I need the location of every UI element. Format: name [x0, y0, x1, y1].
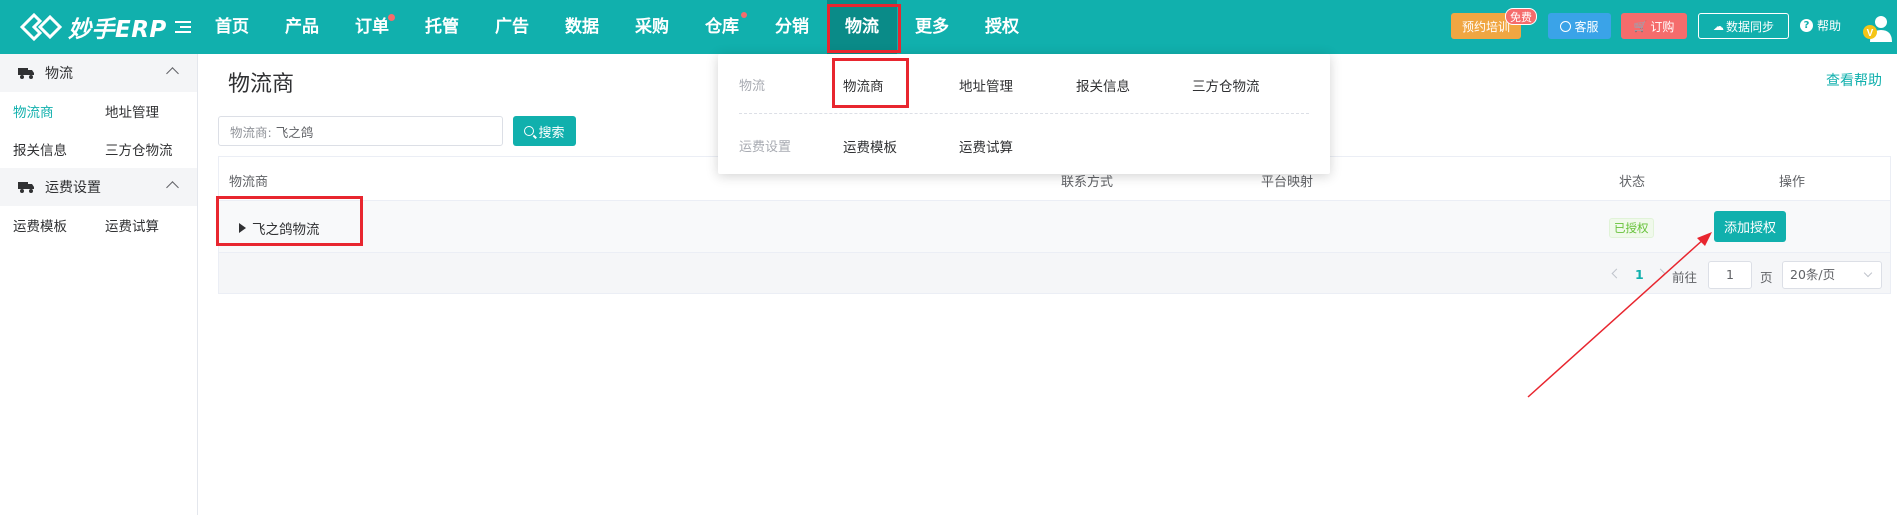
- order-label: 订购: [1650, 19, 1675, 34]
- sidebar-row: 运费模板 运费试算: [0, 206, 197, 244]
- sidebar-item-address[interactable]: 地址管理: [92, 101, 184, 121]
- status-badge: 已授权: [1609, 218, 1654, 238]
- nav-hosting[interactable]: 托管: [407, 0, 477, 54]
- nav-warehouse-label: 仓库: [705, 17, 739, 37]
- sidebar-item-logistics-provider[interactable]: 物流商: [0, 101, 92, 121]
- chevron-right-icon[interactable]: [1655, 268, 1666, 279]
- menu-item-address[interactable]: 地址管理: [959, 75, 1013, 95]
- sidebar-item-freight-template[interactable]: 运费模板: [0, 215, 92, 235]
- menu-item-3pl-warehouse[interactable]: 三方仓物流: [1192, 75, 1260, 95]
- chevron-left-icon[interactable]: [1611, 268, 1622, 279]
- col-status: 状态: [1619, 175, 1646, 190]
- chevron-up-icon[interactable]: [166, 67, 179, 80]
- truck-icon: [18, 182, 34, 193]
- page-size-select[interactable]: 20条/页: [1782, 261, 1882, 289]
- page-size-value: 20条/页: [1790, 267, 1836, 282]
- service-label: 客服: [1574, 19, 1599, 34]
- nav-warehouse[interactable]: 仓库: [687, 0, 757, 54]
- notification-dot: [388, 14, 395, 21]
- nav-logistics[interactable]: 物流: [827, 0, 897, 54]
- col-actions: 操作: [1779, 175, 1806, 190]
- user-avatar-icon[interactable]: V: [1862, 14, 1892, 42]
- caret-right-icon: [239, 223, 246, 233]
- help-link[interactable]: ? 帮助: [1800, 17, 1841, 34]
- menu-item-freight-calc[interactable]: 运费试算: [959, 136, 1013, 156]
- search-icon: [524, 126, 535, 136]
- sidebar-row: 物流商 地址管理: [0, 92, 197, 130]
- col-provider: 物流商: [229, 175, 269, 190]
- sidebar-item-3pl-warehouse[interactable]: 三方仓物流: [92, 139, 184, 159]
- nav-data[interactable]: 数据: [547, 0, 617, 54]
- sync-button[interactable]: ☁ 数据同步: [1698, 13, 1789, 39]
- cart-icon: 🛒: [1633, 19, 1648, 33]
- headset-icon: [1560, 20, 1572, 32]
- cloud-icon: ☁: [1712, 19, 1724, 33]
- sidebar-group-shipping[interactable]: 运费设置: [0, 168, 197, 206]
- dropdown-divider: [739, 113, 1309, 114]
- logo-text: 妙手ERP: [68, 17, 167, 43]
- goto-label: 前往: [1672, 270, 1698, 285]
- chevron-up-icon[interactable]: [166, 181, 179, 194]
- help-label: 帮助: [1817, 19, 1842, 33]
- provider-name: 飞之鸽物流: [252, 222, 320, 238]
- sidebar-group-logistics[interactable]: 物流: [0, 54, 197, 92]
- provider-table: 物流商 联系方式 平台映射 状态 操作 飞之鸽物流 已授权 添加授权 1 前往 …: [218, 156, 1891, 294]
- search-label: 物流商:: [230, 124, 272, 140]
- provider-search-input[interactable]: 物流商: 飞之鸽: [218, 116, 503, 146]
- top-navbar: 妙手ERP 首页 产品 订单 托管 广告 数据 采购 仓库 分销 物流 更多 授…: [0, 0, 1897, 54]
- sidebar-item-customs[interactable]: 报关信息: [0, 139, 92, 159]
- nav-orders[interactable]: 订单: [337, 0, 407, 54]
- order-button[interactable]: 🛒 订购: [1621, 13, 1687, 39]
- question-icon: ?: [1800, 19, 1813, 32]
- dropdown-section-label: 物流: [739, 79, 766, 94]
- page-title: 物流商: [228, 72, 295, 97]
- chevron-down-icon: [1863, 268, 1873, 278]
- menu-item-logistics-provider[interactable]: 物流商: [843, 75, 884, 95]
- sidebar-row: 报关信息 三方仓物流: [0, 130, 197, 168]
- search-button-label: 搜索: [538, 125, 565, 141]
- service-button[interactable]: 客服: [1548, 13, 1611, 39]
- sidebar: 物流 物流商 地址管理 报关信息 三方仓物流 运费设置 运费模板 运费试算: [0, 54, 198, 515]
- search-button[interactable]: 搜索: [513, 116, 576, 146]
- notification-dot: [741, 12, 747, 18]
- nav-distribution[interactable]: 分销: [757, 0, 827, 54]
- row-expand-toggle[interactable]: 飞之鸽物流: [239, 218, 320, 238]
- nav-ads[interactable]: 广告: [477, 0, 547, 54]
- logo-icon: [19, 12, 62, 42]
- menu-item-customs[interactable]: 报关信息: [1076, 75, 1130, 95]
- dropdown-section-label: 运费设置: [739, 140, 792, 155]
- sync-label: 数据同步: [1725, 19, 1774, 34]
- vip-badge: V: [1867, 28, 1874, 39]
- main-nav: 首页 产品 订单 托管 广告 数据 采购 仓库 分销 物流 更多 授权: [197, 0, 1037, 54]
- nav-authorization[interactable]: 授权: [967, 0, 1037, 54]
- menu-toggle-icon[interactable]: [175, 18, 191, 36]
- goto-page-input[interactable]: 1: [1708, 261, 1752, 289]
- page-number[interactable]: 1: [1635, 267, 1644, 282]
- sidebar-group-title: 物流: [45, 66, 73, 82]
- app-logo[interactable]: 妙手ERP: [18, 10, 167, 44]
- page-suffix: 页: [1760, 270, 1773, 285]
- menu-item-freight-template[interactable]: 运费模板: [843, 136, 897, 156]
- logistics-dropdown-menu: 物流 物流商 地址管理 报关信息 三方仓物流 运费设置 运费模板 运费试算: [718, 54, 1330, 174]
- add-authorization-button[interactable]: 添加授权: [1714, 211, 1786, 242]
- sidebar-item-freight-calc[interactable]: 运费试算: [92, 215, 184, 235]
- nav-more[interactable]: 更多: [897, 0, 967, 54]
- search-value: 飞之鸽: [275, 124, 314, 140]
- view-help-link[interactable]: 查看帮助: [1826, 70, 1882, 90]
- nav-home[interactable]: 首页: [197, 0, 267, 54]
- pagination: 1 前往 1 页 20条/页: [219, 261, 1890, 291]
- table-row: 飞之鸽物流 已授权 添加授权: [219, 201, 1890, 253]
- sidebar-group-title: 运费设置: [45, 180, 101, 196]
- truck-icon: [18, 68, 34, 79]
- free-badge: 免费: [1505, 8, 1537, 25]
- nav-purchase[interactable]: 采购: [617, 0, 687, 54]
- nav-orders-label: 订单: [355, 17, 389, 37]
- nav-products[interactable]: 产品: [267, 0, 337, 54]
